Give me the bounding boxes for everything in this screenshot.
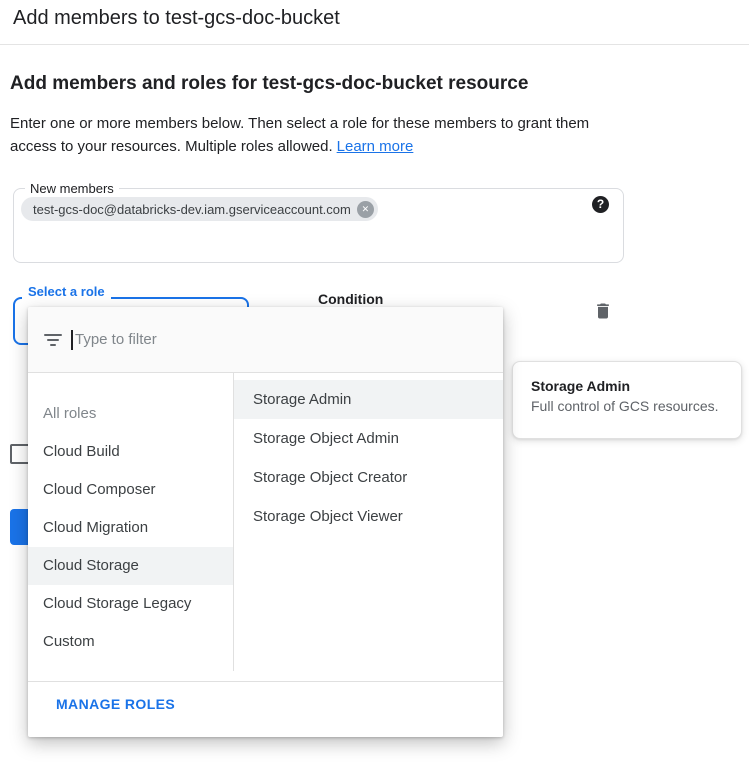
category-cloud-build[interactable]: Cloud Build bbox=[28, 433, 233, 471]
role-picker-dropdown: All roles Cloud Build Cloud Composer Clo… bbox=[28, 307, 503, 737]
role-list: Storage Admin Storage Object Admin Stora… bbox=[234, 373, 503, 536]
category-cloud-storage[interactable]: Cloud Storage bbox=[28, 547, 233, 585]
role-storage-object-creator[interactable]: Storage Object Creator bbox=[234, 458, 503, 497]
new-members-label: New members bbox=[25, 181, 119, 196]
filter-list-icon bbox=[43, 332, 63, 348]
description-line-2: access to your resources. Multiple roles… bbox=[10, 138, 333, 155]
role-tooltip-description: Full control of GCS resources. bbox=[531, 398, 723, 414]
category-cloud-composer[interactable]: Cloud Composer bbox=[28, 471, 233, 509]
close-circle-icon[interactable]: ✕ bbox=[357, 201, 374, 218]
category-custom[interactable]: Custom bbox=[28, 623, 233, 661]
role-tooltip: Storage Admin Full control of GCS resour… bbox=[512, 361, 742, 439]
footer-divider bbox=[28, 681, 503, 682]
delete-role-button[interactable] bbox=[591, 301, 615, 325]
category-cloud-migration[interactable]: Cloud Migration bbox=[28, 509, 233, 547]
learn-more-link[interactable]: Learn more bbox=[337, 138, 414, 155]
role-storage-admin[interactable]: Storage Admin bbox=[234, 380, 503, 419]
category-all-roles[interactable]: All roles bbox=[28, 395, 233, 433]
role-tooltip-title: Storage Admin bbox=[531, 378, 723, 394]
role-select-label: Select a role bbox=[22, 283, 111, 300]
help-icon[interactable]: ? bbox=[592, 196, 609, 213]
role-storage-object-admin[interactable]: Storage Object Admin bbox=[234, 419, 503, 458]
manage-roles-button[interactable]: MANAGE ROLES bbox=[56, 696, 175, 712]
text-cursor bbox=[71, 330, 73, 350]
member-chip-value: test-gcs-doc@databricks-dev.iam.gservice… bbox=[33, 202, 351, 217]
trash-icon bbox=[593, 301, 613, 326]
category-cloud-storage-legacy[interactable]: Cloud Storage Legacy bbox=[28, 585, 233, 623]
section-heading: Add members and roles for test-gcs-doc-b… bbox=[10, 73, 528, 95]
role-filter-input[interactable] bbox=[75, 307, 375, 372]
condition-checkbox[interactable] bbox=[10, 444, 30, 464]
role-filter-bar bbox=[28, 307, 503, 373]
role-storage-object-viewer[interactable]: Storage Object Viewer bbox=[234, 497, 503, 536]
page-title: Add members to test-gcs-doc-bucket bbox=[13, 7, 340, 30]
add-members-dialog: Add members to test-gcs-doc-bucket Add m… bbox=[0, 0, 749, 763]
role-category-list: All roles Cloud Build Cloud Composer Clo… bbox=[28, 373, 233, 661]
header-divider bbox=[0, 44, 749, 45]
condition-label: Condition bbox=[318, 291, 383, 307]
section-description: Enter one or more members below. Then se… bbox=[10, 112, 655, 158]
description-line-1: Enter one or more members below. Then se… bbox=[10, 112, 655, 135]
new-members-field[interactable]: test-gcs-doc@databricks-dev.iam.gservice… bbox=[13, 188, 624, 263]
member-chip: test-gcs-doc@databricks-dev.iam.gservice… bbox=[21, 197, 378, 221]
